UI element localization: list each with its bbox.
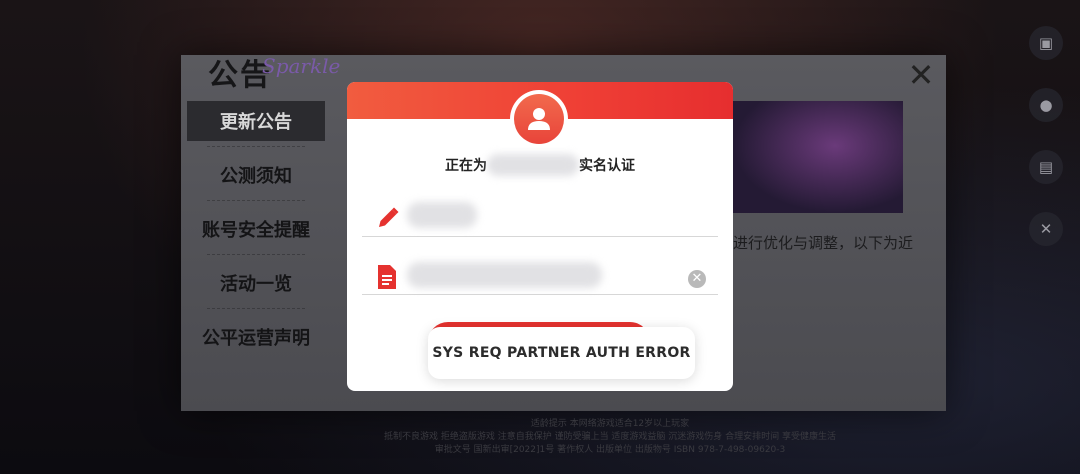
tab-update-notice[interactable]: 更新公告 [187,101,325,141]
pencil-icon [376,206,400,234]
dialog-title: 正在为 实名认证 [347,154,733,176]
tab-fair-play[interactable]: 公平运营声明 [187,317,325,357]
notice-title-decoration: Sparkle [262,54,341,78]
tab-divider [207,254,305,256]
clear-icon[interactable]: ✕ [688,270,706,288]
footer-line: 适龄提示 本网络游戏适合12岁以上玩家 [530,419,690,429]
tab-divider [207,308,305,310]
user-icon [514,94,564,144]
notice-banner-image [733,101,903,213]
tab-divider [207,146,305,148]
error-toast: SYS REQ PARTNER AUTH ERROR [428,327,695,379]
avatar [510,90,568,148]
footer-line: 抵制不良游戏 拒绝盗版游戏 注意自我保护 谨防受骗上当 适度游戏益脑 沉迷游戏伤… [383,432,837,442]
dialog-title-prefix: 正在为 [445,158,487,174]
notice-body-text: 进行优化与调整，以下为近 [733,234,914,252]
tab-account-security[interactable]: 账号安全提醒 [187,209,325,249]
tab-events[interactable]: 活动一览 [187,263,325,303]
message-icon[interactable]: ▤ [1029,150,1063,184]
notice-tabs: 更新公告 公测须知 账号安全提醒 活动一览 公平运营声明 [187,101,325,370]
id-number-field[interactable]: ✕ [362,256,718,295]
redacted-name [487,154,579,176]
tab-beta-notice[interactable]: 公测须知 [187,155,325,195]
document-icon [376,264,398,294]
close-icon[interactable]: ✕ [906,59,936,91]
footer-disclaimer: 适龄提示 本网络游戏适合12岁以上玩家 抵制不良游戏 拒绝盗版游戏 注意自我保护… [270,418,950,457]
tools-icon[interactable]: ✕ [1029,212,1063,246]
dialog-title-suffix: 实名认证 [579,158,635,174]
side-menu: ▣ ● ▤ ✕ [1026,26,1066,274]
footer-line: 审批文号 国新出审[2022]1号 著作权人 出版单位 出版物号 ISBN 97… [434,445,786,455]
user-icon[interactable]: ● [1029,88,1063,122]
tab-divider [207,200,305,202]
gift-icon[interactable]: ▣ [1029,26,1063,60]
name-field[interactable] [362,198,718,237]
redacted-id-value [407,262,602,288]
redacted-name-value [407,202,477,228]
